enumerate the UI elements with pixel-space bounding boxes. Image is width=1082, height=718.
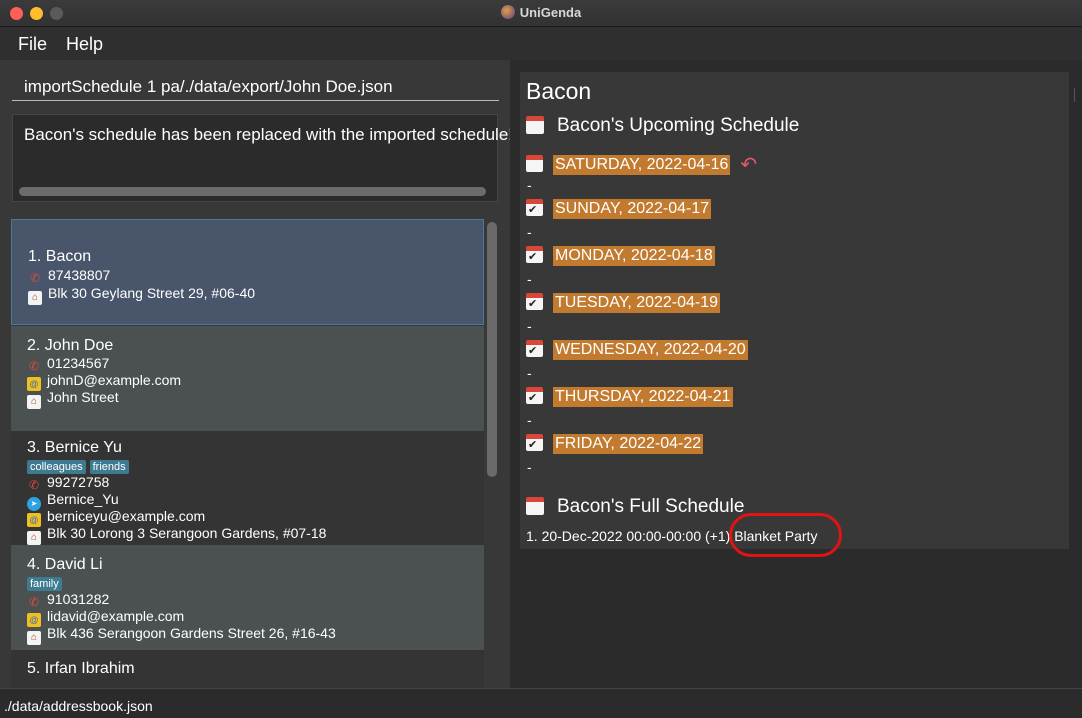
empty-day-marker: - bbox=[527, 318, 532, 334]
person-card-3[interactable]: 3. Bernice Yu colleagues friends ✆ 9927275… bbox=[11, 431, 484, 545]
person-telegram: Bernice_Yu bbox=[47, 491, 119, 507]
tag: colleagues bbox=[27, 460, 86, 474]
phone-icon: ✆ bbox=[29, 271, 41, 285]
calendar-check-icon: ✔ bbox=[526, 246, 543, 264]
person-name: 3. Bernice Yu bbox=[27, 439, 122, 456]
day-label: THURSDAY, 2022-04-21 bbox=[553, 387, 733, 407]
empty-day-marker: - bbox=[527, 224, 532, 240]
day-row: ✔ SUNDAY, 2022-04-17 bbox=[526, 199, 712, 219]
schedule-scrollbar[interactable] bbox=[1074, 88, 1082, 102]
person-name: 2. John Doe bbox=[27, 337, 114, 354]
person-phone: 87438807 bbox=[48, 267, 111, 283]
calendar-check-icon: ✔ bbox=[526, 199, 543, 217]
command-box bbox=[12, 65, 499, 103]
person-address-row: ⌂ Blk 30 Lorong 3 Serangoon Gardens, #07-… bbox=[27, 525, 326, 545]
address-icon: ⌂ bbox=[27, 395, 41, 409]
person-phone: 99272758 bbox=[47, 474, 110, 490]
person-name: 5. Irfan Ibrahim bbox=[27, 660, 135, 677]
person-email: lidavid@example.com bbox=[47, 608, 185, 624]
day-label: SUNDAY, 2022-04-17 bbox=[553, 199, 712, 219]
person-address-row: ⌂ John Street bbox=[27, 389, 119, 409]
person-card-4[interactable]: 4. David Li family ✆ 91031282 @ lidavid@ex… bbox=[11, 545, 484, 650]
person-phone-row: ✆ 87438807 bbox=[28, 267, 110, 285]
empty-day-marker: - bbox=[527, 459, 532, 475]
status-bar: ./data/addressbook.json bbox=[0, 688, 1082, 718]
address-icon: ⌂ bbox=[27, 631, 41, 645]
day-label: MONDAY, 2022-04-18 bbox=[553, 246, 715, 266]
person-email: berniceyu@example.com bbox=[47, 508, 206, 524]
status-file-path: ./data/addressbook.json bbox=[4, 698, 153, 714]
calendar-check-icon: ✔ bbox=[526, 434, 543, 452]
person-address: Blk 30 Lorong 3 Serangoon Gardens, #07-1… bbox=[47, 525, 327, 541]
person-address-row: ⌂ Blk 30 Geylang Street 29, #06-40 bbox=[28, 285, 255, 305]
person-phone-row: ✆ 91031282 bbox=[27, 591, 109, 609]
person-email: johnD@example.com bbox=[47, 372, 182, 388]
schedule-panel: Bacon Bacon's Upcoming Schedule SATURDAY… bbox=[520, 72, 1069, 557]
empty-day-marker: - bbox=[527, 177, 532, 193]
person-phone-row: ✆ 01234567 bbox=[27, 355, 109, 373]
address-icon: ⌂ bbox=[27, 531, 41, 545]
menu-bar: File Help bbox=[0, 27, 1082, 60]
person-address: Blk 436 Serangoon Gardens Street 26, #16… bbox=[47, 625, 336, 641]
upcoming-schedule-title-text: Bacon's Upcoming Schedule bbox=[557, 115, 800, 136]
menu-help[interactable]: Help bbox=[66, 34, 103, 55]
tag: friends bbox=[89, 460, 129, 474]
calendar-grid-icon bbox=[526, 154, 543, 172]
person-list: 1. Bacon ✆ 87438807 ⌂ Blk 30 Geylang Stree… bbox=[0, 210, 510, 688]
day-row: ✔ WEDNESDAY, 2022-04-20 bbox=[526, 340, 748, 360]
result-text: Bacon's schedule has been replaced with … bbox=[24, 125, 513, 144]
person-name: 1. Bacon bbox=[28, 248, 92, 265]
person-card-1[interactable]: 1. Bacon ✆ 87438807 ⌂ Blk 30 Geylang Stree… bbox=[11, 219, 484, 325]
person-phone: 91031282 bbox=[47, 591, 110, 607]
window-title: UniGenda bbox=[0, 5, 1082, 20]
empty-day-marker: - bbox=[527, 365, 532, 381]
left-pane: Bacon's schedule has been replaced with … bbox=[0, 60, 513, 688]
person-tags: colleagues friends bbox=[27, 457, 133, 475]
day-row: SATURDAY, 2022-04-16 ↶ bbox=[526, 152, 757, 177]
person-phone-row: ✆ 99272758 bbox=[27, 474, 109, 492]
app-icon bbox=[500, 5, 515, 19]
day-label: FRIDAY, 2022-04-22 bbox=[553, 434, 704, 454]
phone-icon: ✆ bbox=[28, 359, 40, 373]
highlight-annotation bbox=[729, 513, 842, 557]
person-address: John Street bbox=[47, 389, 119, 405]
upcoming-schedule-title: Bacon's Upcoming Schedule bbox=[526, 115, 799, 137]
day-row: ✔ TUESDAY, 2022-04-19 bbox=[526, 293, 721, 313]
calendar-icon bbox=[526, 497, 544, 515]
tag: family bbox=[27, 577, 62, 591]
person-address: Blk 30 Geylang Street 29, #06-40 bbox=[48, 285, 256, 301]
person-tags: family bbox=[27, 574, 66, 592]
person-name: 4. David Li bbox=[27, 556, 103, 573]
person-card-5[interactable]: 5. Irfan Ibrahim bbox=[11, 650, 484, 688]
phone-icon: ✆ bbox=[28, 595, 40, 609]
person-card-2[interactable]: 2. John Doe ✆ 01234567 @ johnD@example.com… bbox=[11, 326, 484, 431]
day-label: SATURDAY, 2022-04-16 bbox=[553, 154, 731, 175]
menu-file[interactable]: File bbox=[18, 34, 47, 55]
person-phone: 01234567 bbox=[47, 355, 110, 371]
result-horizontal-scrollbar[interactable] bbox=[19, 187, 486, 196]
day-row: ✔ MONDAY, 2022-04-18 bbox=[526, 246, 715, 266]
address-icon: ⌂ bbox=[28, 291, 42, 305]
full-schedule-title: Bacon's Full Schedule bbox=[526, 496, 744, 518]
result-display: Bacon's schedule has been replaced with … bbox=[12, 114, 513, 202]
day-row: ✔ FRIDAY, 2022-04-22 bbox=[526, 434, 704, 454]
calendar-check-icon: ✔ bbox=[526, 387, 543, 405]
day-row: ✔ THURSDAY, 2022-04-21 bbox=[526, 387, 733, 407]
day-label: TUESDAY, 2022-04-19 bbox=[553, 293, 721, 313]
person-list-scrollbar[interactable] bbox=[487, 222, 497, 477]
empty-day-marker: - bbox=[527, 271, 532, 287]
phone-icon: ✆ bbox=[28, 478, 40, 492]
schedule-person-name: Bacon bbox=[526, 78, 592, 104]
command-input[interactable] bbox=[12, 65, 499, 101]
calendar-clock-icon bbox=[526, 116, 544, 134]
calendar-check-icon: ✔ bbox=[526, 340, 543, 358]
full-schedule-title-text: Bacon's Full Schedule bbox=[557, 496, 745, 517]
undo-arrow-icon: ↶ bbox=[740, 154, 758, 176]
empty-day-marker: - bbox=[527, 412, 532, 428]
day-label: WEDNESDAY, 2022-04-20 bbox=[553, 340, 748, 360]
title-bar: UniGenda bbox=[0, 0, 1082, 27]
person-address-row: ⌂ Blk 436 Serangoon Gardens Street 26, #1… bbox=[27, 625, 336, 645]
calendar-check-icon: ✔ bbox=[526, 293, 543, 311]
window-title-text: UniGenda bbox=[519, 5, 582, 20]
